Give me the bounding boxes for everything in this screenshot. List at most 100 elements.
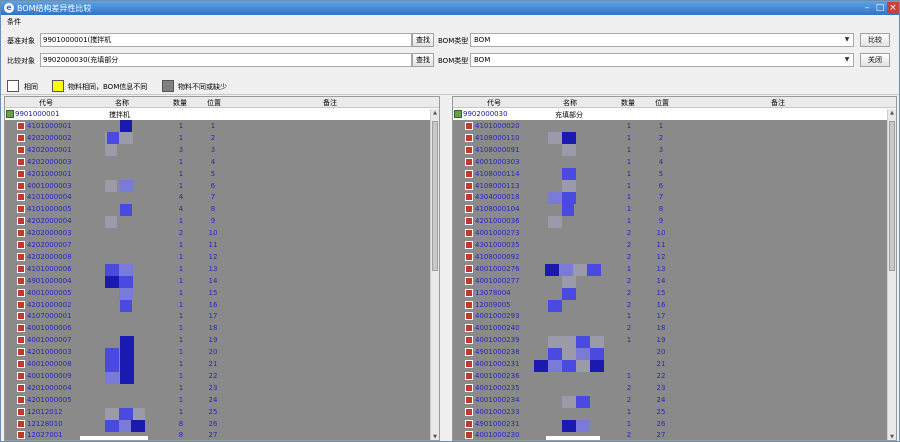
table-row[interactable]: 4001000273 2 10 [453,228,896,239]
table-row[interactable]: 4001000007 1 19 [5,335,439,346]
table-row[interactable]: 4101000006 1 13 [5,264,439,275]
base-object-row: 基准对象 9901000001(搅拌机 查找 BOM类型 BOM ▼ 比较 [7,33,897,47]
maximize-button[interactable]: □ [874,2,886,14]
table-row[interactable]: 4101000020 1 1 [453,121,896,132]
table-row[interactable]: 12128010 8 26 [5,419,439,430]
table-row[interactable]: 4202000008 1 12 [5,252,439,263]
table-row[interactable]: 4001000277 2 14 [453,276,896,287]
table-row[interactable]: 4001000293 1 17 [453,311,896,322]
table-row[interactable]: 4101000005 4 8 [5,204,439,215]
compare-object-input[interactable]: 9902000030(充填部分 [40,53,412,67]
col-code[interactable]: 代号 [487,98,501,108]
scroll-down-icon[interactable]: ▼ [888,433,896,440]
table-row[interactable]: 4001000233 1 25 [453,407,896,418]
compare-bom-type-select[interactable]: BOM ▼ [470,53,854,67]
table-row[interactable]: 4108000104 1 8 [453,204,896,215]
scroll-up-icon[interactable]: ▲ [888,109,896,118]
chevron-down-icon[interactable]: ▼ [842,55,852,65]
table-row[interactable]: 4001000276 1 13 [453,264,896,275]
base-bom-type-select[interactable]: BOM ▼ [470,33,854,47]
row-code: 4001000236 [475,371,520,380]
table-row[interactable]: 4201000036 1 9 [453,216,896,227]
scroll-thumb[interactable] [889,121,895,271]
base-bom-tree-panel[interactable]: 代号 名称 数量 位置 备注 9901000001 搅拌机 4101000001… [4,96,440,441]
table-row[interactable]: 4202000003 1 4 [5,157,439,168]
col-pos[interactable]: 位置 [207,98,221,108]
vertical-scrollbar[interactable]: ▲ ▼ [430,109,439,440]
root-node[interactable]: 9901000001 搅拌机 [5,109,439,119]
compare-button[interactable]: 比较 [860,33,890,47]
vertical-scrollbar[interactable]: ▲ ▼ [887,109,896,440]
table-row[interactable]: 4107000001 1 17 [5,311,439,322]
table-row[interactable]: 4001000231 21 [453,359,896,370]
table-row[interactable]: 4202000003 2 10 [5,228,439,239]
compare-find-button[interactable]: 查找 [412,53,434,67]
row-qty: 1 [626,264,632,273]
table-row[interactable]: 4202000001 3 3 [5,145,439,156]
table-row[interactable]: 4301000035 2 11 [453,240,896,251]
col-name[interactable]: 名称 [115,98,129,108]
table-row[interactable]: 4202000004 1 9 [5,216,439,227]
col-code[interactable]: 代号 [39,98,53,108]
table-row[interactable]: 4001000003 1 6 [5,181,439,192]
col-remark[interactable]: 备注 [323,98,337,108]
table-row[interactable]: 4201000004 1 23 [5,383,439,394]
table-row[interactable]: 4101000004 4 7 [5,192,439,203]
table-row[interactable]: 4108000114 1 5 [453,169,896,180]
root-node[interactable]: 9902000030 充填部分 [453,109,896,119]
table-row[interactable]: 4201000002 1 16 [5,300,439,311]
minimize-button[interactable]: – [861,2,873,14]
table-row[interactable]: 4001000230 2 27 [453,430,896,440]
table-row[interactable]: 4101000001 1 1 [5,121,439,132]
row-qty: 2 [178,229,184,238]
table-row[interactable]: 4001000005 1 15 [5,288,439,299]
table-row[interactable]: 13078004 2 15 [453,288,896,299]
table-row[interactable]: 4001000008 1 21 [5,359,439,370]
base-find-button[interactable]: 查找 [412,33,434,47]
diff-rows-area[interactable]: 4101000001 1 1 4202000002 1 2 4202000001 3 3 4202… [5,120,439,440]
table-row[interactable]: 4901000238 20 [453,347,896,358]
table-row[interactable]: 4108000110 1 2 [453,133,896,144]
table-row[interactable]: 12012012 1 25 [5,407,439,418]
col-remark[interactable]: 备注 [771,98,785,108]
table-row[interactable]: 4108000091 1 3 [453,145,896,156]
table-row[interactable]: 4108000113 1 6 [453,181,896,192]
table-row[interactable]: 4201000003 1 20 [5,347,439,358]
table-row[interactable]: 4901000004 1 14 [5,276,439,287]
row-qty: 1 [626,371,632,380]
table-row[interactable]: 4202000007 1 11 [5,240,439,251]
table-row[interactable]: 4202000002 1 2 [5,133,439,144]
table-row[interactable]: 4001000234 2 24 [453,395,896,406]
compare-bom-tree-panel[interactable]: 代号 名称 数量 位置 备注 9902000030 充填部分 410100002… [452,96,897,441]
row-qty: 1 [626,193,632,202]
scroll-up-icon[interactable]: ▲ [431,109,439,118]
table-row[interactable]: 4201000001 1 5 [5,169,439,180]
diff-rows-area[interactable]: 4101000020 1 1 4108000110 1 2 4108000091 1 3 4001… [453,120,896,440]
table-row[interactable]: 4001000006 1 18 [5,323,439,334]
close-window-button[interactable]: × [887,2,899,14]
base-object-input[interactable]: 9901000001(搅拌机 [40,33,412,47]
table-row[interactable]: 4001000009 1 22 [5,371,439,382]
table-row[interactable]: 4001000303 1 4 [453,157,896,168]
col-pos[interactable]: 位置 [655,98,669,108]
table-row[interactable]: 4001000235 2 23 [453,383,896,394]
table-row[interactable]: 4108000092 2 12 [453,252,896,263]
table-row[interactable]: 4001000239 1 19 [453,335,896,346]
chevron-down-icon[interactable]: ▼ [842,35,852,45]
table-row[interactable]: 4001000240 2 18 [453,323,896,334]
obscured-name-block [105,276,119,288]
table-row[interactable]: 4901000231 1 26 [453,419,896,430]
table-row[interactable]: 12027001 8 27 [5,430,439,440]
table-row[interactable]: 4001000236 1 22 [453,371,896,382]
tree-node-icon [465,383,473,392]
close-button[interactable]: 关闭 [860,53,890,67]
col-name[interactable]: 名称 [563,98,577,108]
table-row[interactable]: 4304000018 1 7 [453,192,896,203]
scroll-thumb[interactable] [432,121,438,271]
col-qty[interactable]: 数量 [621,98,635,108]
table-row[interactable]: 4201000005 1 24 [5,395,439,406]
table-row[interactable]: 12009005 2 16 [453,300,896,311]
row-qty: 2 [626,241,632,249]
scroll-down-icon[interactable]: ▼ [431,433,439,440]
col-qty[interactable]: 数量 [173,98,187,108]
